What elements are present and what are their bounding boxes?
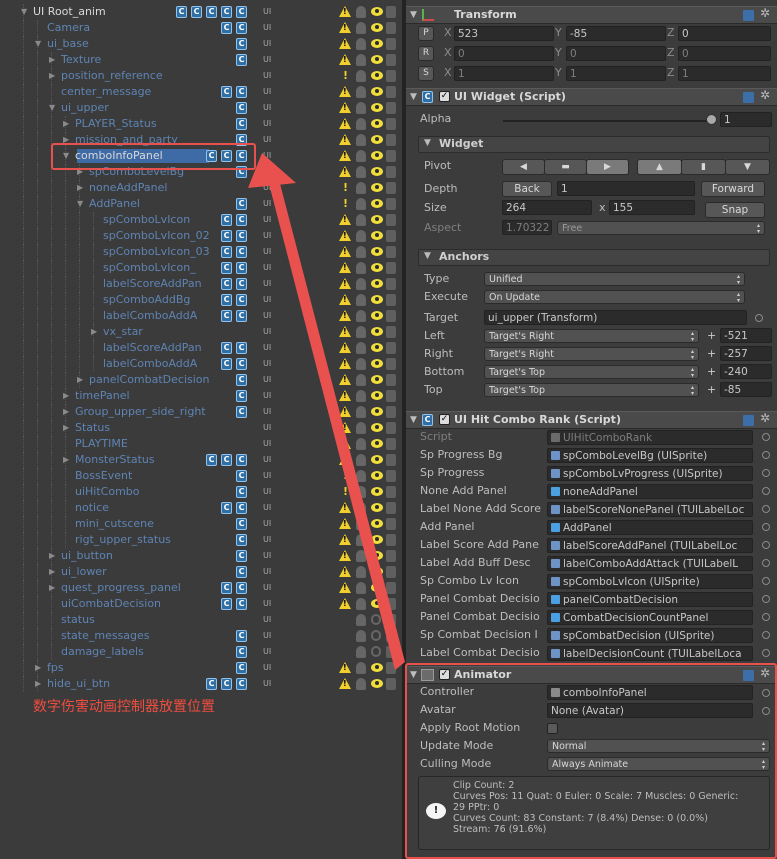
arrow-shaft [268, 176, 405, 670]
annotation-arrow [248, 153, 405, 670]
annotation-caption: 数字伤害动画控制器放置位置 [33, 699, 215, 715]
arrow-head [248, 153, 296, 188]
